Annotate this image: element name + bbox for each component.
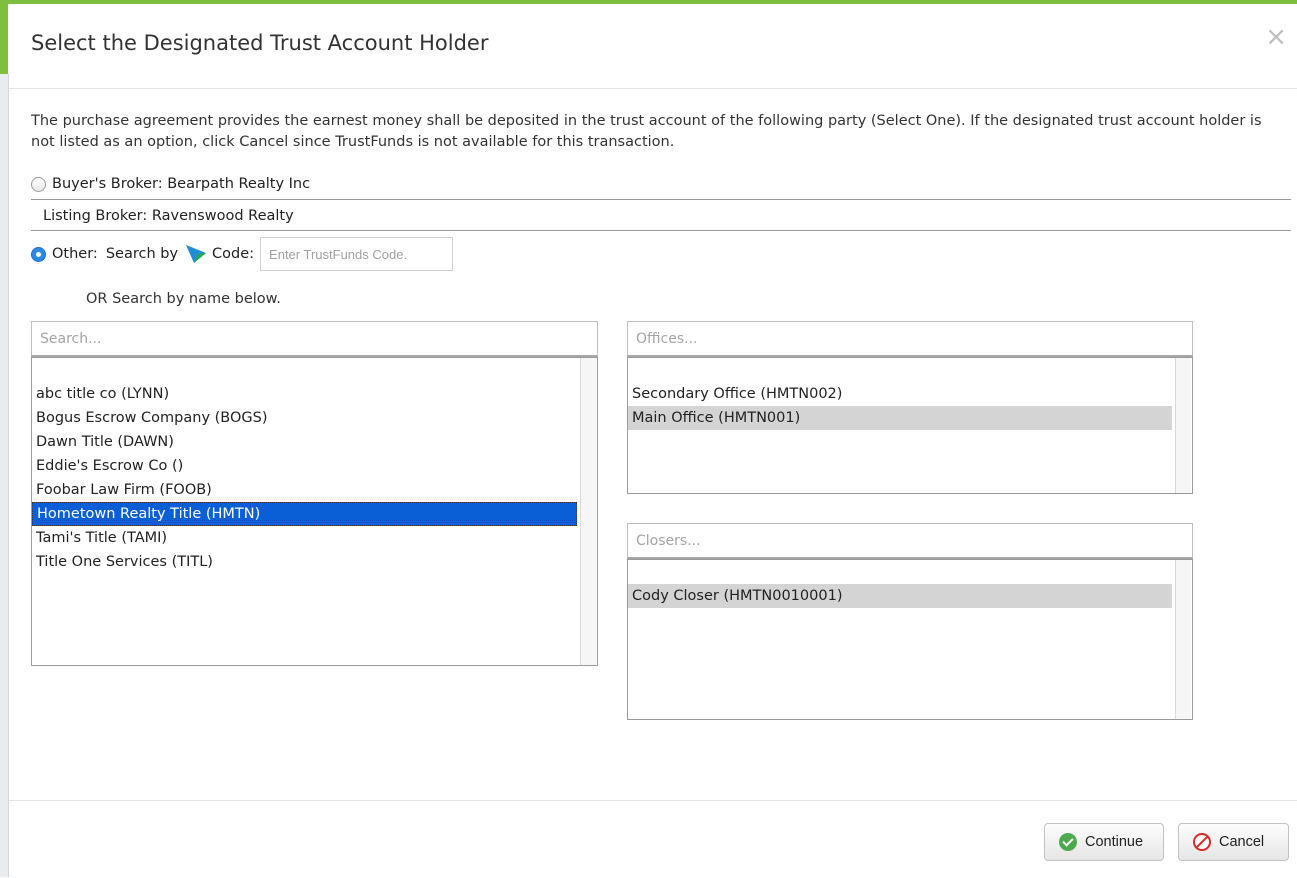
buyers-broker-label: Buyer's Broker: Bearpath Realty Inc bbox=[52, 176, 311, 192]
option-listing-broker: Listing Broker: Ravenswood Realty bbox=[31, 201, 1291, 231]
cancel-label: Cancel bbox=[1219, 834, 1265, 850]
option-other[interactable]: Other: Search by Code: bbox=[31, 235, 1291, 273]
checkmark-icon bbox=[1059, 833, 1077, 851]
search-by-label: Search by bbox=[105, 246, 179, 262]
cancel-button[interactable]: Cancel bbox=[1178, 823, 1289, 861]
buyers-broker-radio[interactable] bbox=[31, 176, 46, 192]
company-item[interactable]: Eddie's Escrow Co () bbox=[32, 454, 577, 478]
company-list-scrollbar[interactable] bbox=[580, 358, 596, 665]
listing-broker-label: Listing Broker: Ravenswood Realty bbox=[43, 207, 294, 224]
company-search-input[interactable] bbox=[31, 321, 598, 357]
company-item[interactable]: abc title co (LYNN) bbox=[32, 382, 577, 406]
dialog-intro-text: The purchase agreement provides the earn… bbox=[31, 113, 1262, 150]
offices-search-input[interactable] bbox=[627, 321, 1193, 357]
company-item[interactable]: Dawn Title (DAWN) bbox=[32, 430, 577, 454]
background-page-edge bbox=[0, 74, 9, 877]
option-buyers-broker[interactable]: Buyer's Broker: Bearpath Realty Inc bbox=[31, 169, 1291, 200]
company-search-panel: abc title co (LYNN) Bogus Escrow Company… bbox=[31, 321, 598, 666]
continue-button[interactable]: Continue bbox=[1044, 823, 1164, 861]
closer-item-selected[interactable]: Cody Closer (HMTN0010001) bbox=[628, 584, 1172, 608]
office-item-selected[interactable]: Main Office (HMTN001) bbox=[628, 406, 1172, 430]
close-icon[interactable]: × bbox=[1265, 24, 1287, 50]
company-item[interactable]: Tami's Title (TAMI) bbox=[32, 526, 577, 550]
trustfunds-logo-icon bbox=[186, 245, 207, 263]
closers-search-input[interactable] bbox=[627, 523, 1193, 559]
trust-account-dialog: Select the Designated Trust Account Hold… bbox=[9, 4, 1297, 877]
offices-panel: Secondary Office (HMTN002) Main Office (… bbox=[627, 321, 1193, 494]
company-item-selected[interactable]: Hometown Realty Title (HMTN) bbox=[32, 502, 577, 526]
or-search-text: OR Search by name below. bbox=[86, 291, 281, 307]
other-label: Other: bbox=[52, 246, 98, 262]
trustfunds-code-input[interactable] bbox=[260, 237, 454, 271]
dialog-title: Select the Designated Trust Account Hold… bbox=[31, 31, 489, 55]
code-label: Code: bbox=[212, 246, 255, 262]
left-accent-bar bbox=[0, 4, 8, 74]
closers-listbox[interactable]: Cody Closer (HMTN0010001) bbox=[627, 559, 1193, 720]
company-item[interactable]: Title One Services (TITL) bbox=[32, 550, 577, 574]
company-item[interactable]: Bogus Escrow Company (BOGS) bbox=[32, 406, 577, 430]
company-listbox[interactable]: abc title co (LYNN) Bogus Escrow Company… bbox=[31, 357, 598, 666]
company-item[interactable]: Foobar Law Firm (FOOB) bbox=[32, 478, 577, 502]
offices-list-scrollbar[interactable] bbox=[1175, 358, 1191, 493]
offices-listbox[interactable]: Secondary Office (HMTN002) Main Office (… bbox=[627, 357, 1193, 494]
closers-list-scrollbar[interactable] bbox=[1175, 560, 1191, 719]
dialog-footer: Continue Cancel bbox=[9, 800, 1297, 878]
other-radio[interactable] bbox=[31, 246, 46, 262]
closers-panel: Cody Closer (HMTN0010001) bbox=[627, 523, 1193, 720]
office-item[interactable]: Secondary Office (HMTN002) bbox=[628, 382, 1172, 406]
continue-label: Continue bbox=[1085, 834, 1144, 850]
cancel-icon bbox=[1193, 833, 1211, 851]
dialog-header: Select the Designated Trust Account Hold… bbox=[9, 4, 1297, 89]
